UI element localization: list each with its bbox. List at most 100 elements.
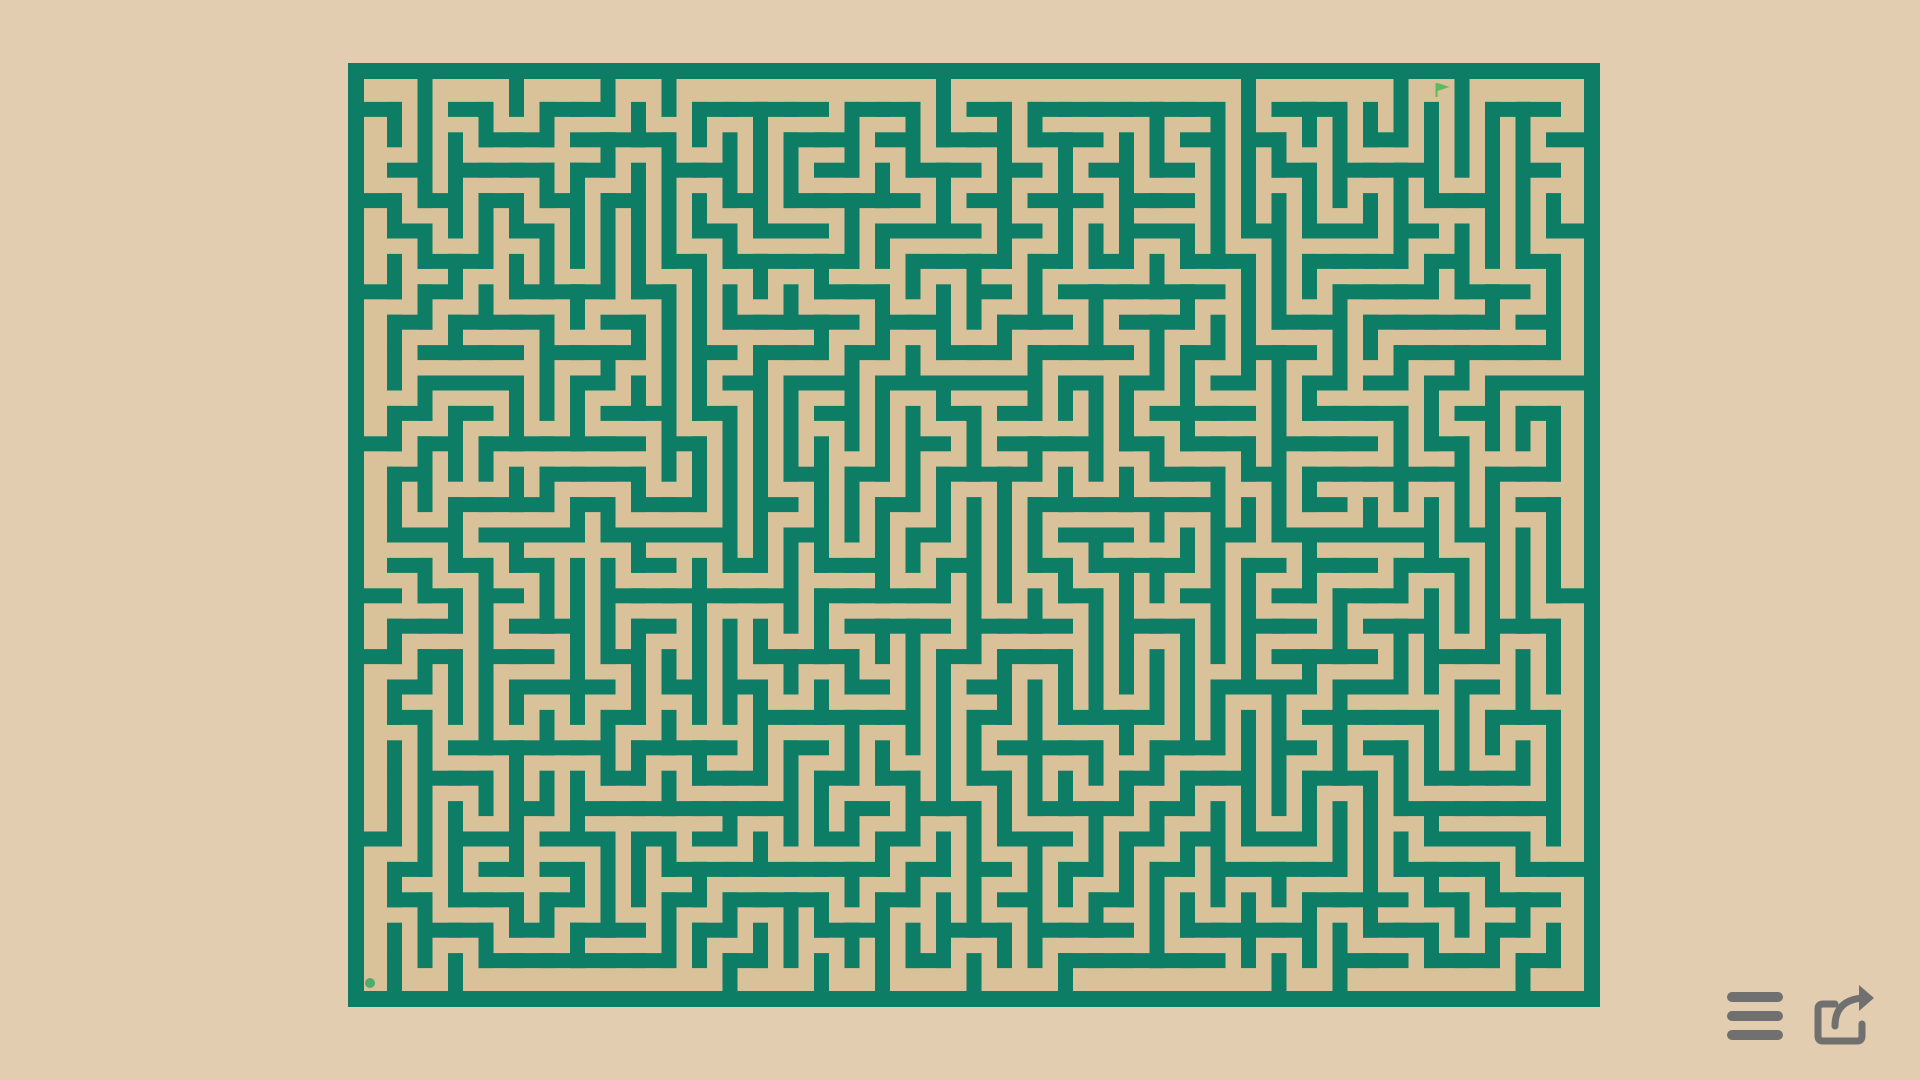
maze-wall [844, 497, 860, 543]
maze-wall [1302, 101, 1317, 148]
maze-wall [1515, 345, 1561, 361]
maze-wall [1210, 861, 1226, 908]
maze-wall [753, 253, 768, 300]
maze-wall [631, 557, 677, 573]
maze-wall [661, 436, 677, 482]
maze-wall [1088, 922, 1134, 938]
maze-wall [1058, 375, 1073, 421]
maze-wall [417, 618, 463, 634]
maze-wall [1485, 223, 1500, 269]
maze-wall [1546, 801, 1561, 847]
maze-wall [356, 649, 402, 665]
maze-wall [448, 193, 463, 239]
maze-wall [570, 223, 585, 269]
maze-wall [1546, 588, 1592, 604]
maze-wall [783, 223, 829, 239]
maze-wall [1332, 162, 1348, 209]
maze-wall [1546, 861, 1592, 877]
maze-wall [1302, 861, 1348, 877]
maze-wall [1027, 618, 1073, 634]
maze-wall [1515, 953, 1531, 999]
maze-wall [1546, 132, 1592, 148]
maze-wall [448, 953, 463, 999]
maze-wall [1088, 345, 1134, 361]
maze-wall [1119, 649, 1134, 695]
share-button[interactable] [1808, 977, 1880, 1049]
share-arrow-icon [1814, 985, 1874, 1045]
maze-wall [966, 953, 982, 999]
maze-wall [1332, 436, 1378, 452]
maze-wall [1271, 831, 1317, 847]
maze-wall [844, 405, 860, 452]
maze-wall [1363, 375, 1409, 391]
maze-wall [692, 101, 707, 148]
maze-wall [1271, 588, 1317, 604]
maze-wall [1088, 436, 1104, 482]
maze-wall [1485, 770, 1531, 786]
maze-wall [570, 101, 616, 117]
maze-game-screen: { "maze": { "cols": 40, "rows": 30, "see… [0, 0, 1920, 1080]
menu-button[interactable] [1719, 980, 1791, 1052]
maze-wall [417, 922, 433, 969]
maze-wall [1271, 770, 1287, 817]
hamburger-menu-icon [1727, 992, 1783, 1040]
maze-wall [1210, 405, 1256, 421]
maze-wall [1454, 649, 1500, 665]
maze-wall [997, 922, 1012, 969]
maze-wall [1454, 892, 1470, 938]
maze-wall [1027, 314, 1073, 330]
maze-wall [783, 922, 799, 969]
maze-wall [356, 436, 402, 452]
maze-wall [1271, 618, 1317, 634]
maze-wall [1302, 922, 1317, 969]
maze-wall [1393, 284, 1439, 300]
maze-wall [1485, 709, 1500, 756]
maze-wall [356, 588, 402, 604]
maze-wall [905, 709, 921, 756]
maze-wall [509, 922, 555, 938]
maze-wall [1332, 223, 1378, 239]
maze-wall [814, 831, 860, 847]
maze-wall [966, 284, 982, 330]
maze-wall [1424, 649, 1439, 695]
maze-wall [1332, 953, 1348, 999]
maze-wall [1119, 709, 1134, 756]
maze-wall [1363, 132, 1409, 148]
maze-wall [1546, 649, 1561, 695]
maze-wall [509, 71, 524, 117]
maze-wall [509, 497, 555, 513]
maze-wall [478, 345, 524, 361]
maze-wall [905, 253, 921, 300]
maze-wall [387, 345, 402, 391]
maze-wall [1210, 375, 1256, 391]
maze-wall [387, 101, 402, 148]
maze-wall [783, 649, 799, 695]
maze-wall [722, 770, 768, 786]
maze-wall [1332, 649, 1378, 665]
maze-wall [692, 831, 738, 847]
maze-wall [905, 588, 951, 604]
maze-wall [448, 436, 463, 482]
maze-wall [1454, 953, 1500, 969]
maze-wall [570, 679, 585, 725]
maze-wall [478, 770, 494, 817]
maze-wall [1241, 922, 1256, 969]
maze-wall [844, 861, 860, 908]
maze-wall [1271, 861, 1287, 908]
maze-wall [814, 162, 860, 178]
maze-board[interactable] [348, 63, 1600, 1007]
maze-wall [783, 345, 829, 361]
maze-wall [814, 953, 829, 999]
maze-wall [875, 953, 890, 999]
maze-wall [1515, 405, 1531, 452]
maze-wall [1485, 405, 1500, 452]
maze-wall [417, 466, 433, 513]
maze-wall [1180, 953, 1226, 969]
maze-wall [1393, 466, 1409, 513]
maze-wall [722, 557, 768, 573]
maze-wall [1271, 953, 1287, 999]
maze-wall [783, 588, 799, 634]
maze-wall [1149, 162, 1195, 178]
maze-wall [1363, 253, 1409, 269]
maze-wall [1058, 953, 1073, 999]
